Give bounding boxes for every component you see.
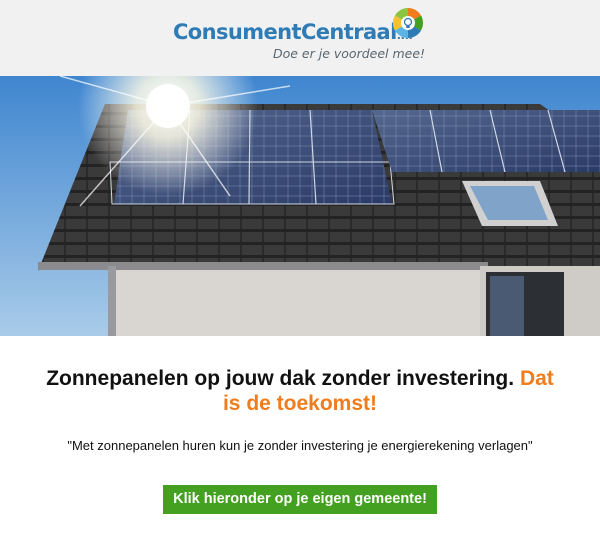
headline: Zonnepanelen op jouw dak zonder invester… <box>0 336 600 416</box>
quote-text: "Met zonnepanelen huren kun je zonder in… <box>67 438 533 453</box>
logo-tagline: Doe er je voordeel mee! <box>273 46 426 61</box>
email-header: ConsumentCentraal.nl Doe er je voordeel … <box>0 0 600 76</box>
consumentcentraal-logo[interactable]: ConsumentCentraal.nl Doe er je voordeel … <box>173 6 433 68</box>
cta-button[interactable]: Klik hieronder op je eigen gemeente! <box>163 485 437 514</box>
headline-text: Zonnepanelen op jouw dak zonder invester… <box>46 367 515 390</box>
main-content: Zonnepanelen op jouw dak zonder invester… <box>0 336 600 514</box>
hero-image-solar-roof[interactable] <box>0 76 600 336</box>
logo-brand-name: ConsumentCentraal <box>173 20 397 44</box>
lightbulb-badge-icon <box>392 7 424 39</box>
logo-brand-text: ConsumentCentraal.nl <box>173 20 412 44</box>
